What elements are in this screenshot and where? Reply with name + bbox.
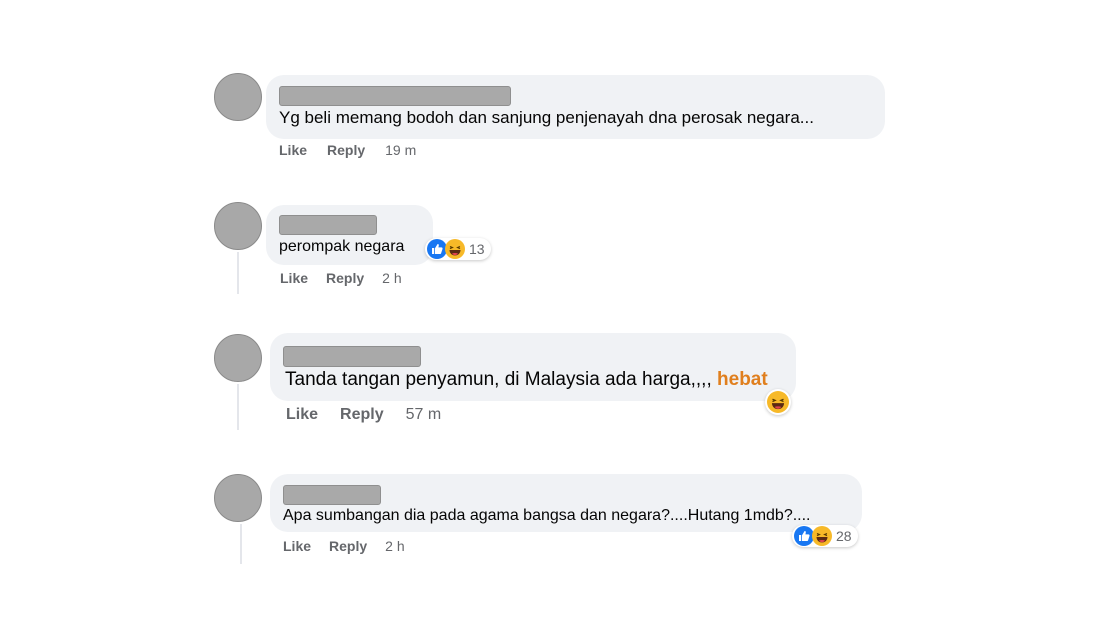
reaction-count: 28 <box>836 528 852 544</box>
timestamp[interactable]: 57 m <box>406 406 442 424</box>
timestamp[interactable]: 2 h <box>385 538 404 554</box>
avatar[interactable] <box>214 334 262 382</box>
comment-bubble: Tanda tangan penyamun, di Malaysia ada h… <box>270 333 796 401</box>
avatar[interactable] <box>214 474 262 522</box>
comment-bubble: Yg beli memang bodoh dan sanjung penjena… <box>266 75 885 139</box>
comment-actions: Like Reply 19 m <box>279 142 416 158</box>
haha-icon <box>767 391 789 413</box>
thread-line <box>237 252 239 294</box>
comment-text-highlight: hebat <box>717 369 768 390</box>
comment-actions: Like Reply 57 m <box>286 406 441 424</box>
redacted-author-name[interactable] <box>279 215 377 235</box>
reply-button[interactable]: Reply <box>340 406 384 424</box>
comment-text: perompak negara <box>279 238 405 255</box>
reaction-summary[interactable]: 13 <box>425 238 491 260</box>
comment-text-main: Tanda tangan penyamun, di Malaysia ada h… <box>285 369 718 390</box>
reaction-count: 13 <box>469 241 485 257</box>
like-icon <box>427 239 447 259</box>
haha-icon <box>812 526 832 546</box>
like-button[interactable]: Like <box>280 270 308 286</box>
like-button[interactable]: Like <box>283 538 311 554</box>
comment-bubble: Apa sumbangan dia pada agama bangsa dan … <box>270 474 862 532</box>
redacted-author-name[interactable] <box>283 485 381 505</box>
comment-text: Apa sumbangan dia pada agama bangsa dan … <box>283 507 811 524</box>
timestamp[interactable]: 2 h <box>382 270 401 286</box>
redacted-author-name[interactable] <box>279 86 511 106</box>
haha-icon <box>445 239 465 259</box>
timestamp[interactable]: 19 m <box>385 142 416 158</box>
comment-actions: Like Reply 2 h <box>283 538 405 554</box>
redacted-author-name[interactable] <box>283 346 421 367</box>
reply-button[interactable]: Reply <box>329 538 367 554</box>
avatar[interactable] <box>214 202 262 250</box>
comment-actions: Like Reply 2 h <box>280 270 402 286</box>
thread-line <box>240 524 242 564</box>
reply-button[interactable]: Reply <box>327 142 365 158</box>
reaction-summary[interactable]: 28 <box>792 525 858 547</box>
like-button[interactable]: Like <box>279 142 307 158</box>
like-button[interactable]: Like <box>286 406 318 424</box>
like-icon <box>794 526 814 546</box>
reaction-summary[interactable] <box>765 389 791 415</box>
reply-button[interactable]: Reply <box>326 270 364 286</box>
avatar[interactable] <box>214 73 262 121</box>
comment-text: Yg beli memang bodoh dan sanjung penjena… <box>279 108 814 127</box>
comment-text: Tanda tangan penyamun, di Malaysia ada h… <box>285 369 768 391</box>
comment-bubble: perompak negara <box>266 205 433 265</box>
thread-line <box>237 384 239 430</box>
